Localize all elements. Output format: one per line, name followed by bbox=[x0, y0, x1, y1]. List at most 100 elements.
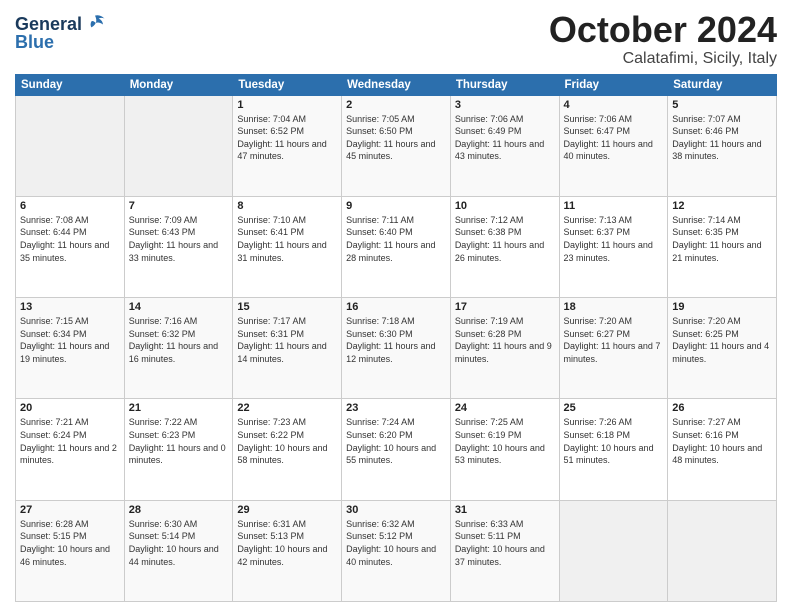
calendar-body: 1Sunrise: 7:04 AM Sunset: 6:52 PM Daylig… bbox=[16, 95, 777, 601]
day-info: Sunrise: 7:15 AM Sunset: 6:34 PM Dayligh… bbox=[20, 315, 120, 365]
calendar-cell: 1Sunrise: 7:04 AM Sunset: 6:52 PM Daylig… bbox=[233, 95, 342, 196]
day-info: Sunrise: 7:11 AM Sunset: 6:40 PM Dayligh… bbox=[346, 214, 446, 264]
calendar-header: Sunday Monday Tuesday Wednesday Thursday… bbox=[16, 74, 777, 95]
day-number: 31 bbox=[455, 504, 555, 516]
logo-text: General Blue bbox=[15, 14, 106, 53]
col-sunday: Sunday bbox=[16, 74, 125, 95]
calendar-cell: 27 Sunrise: 6:28 AM Sunset: 5:15 PM Dayli… bbox=[16, 500, 125, 601]
calendar-cell: 24Sunrise: 7:25 AM Sunset: 6:19 PM Dayli… bbox=[450, 399, 559, 500]
day-info: Sunrise: 7:07 AM Sunset: 6:46 PM Dayligh… bbox=[672, 113, 772, 163]
day-number: 22 bbox=[237, 402, 337, 414]
calendar-cell: 3Sunrise: 7:06 AM Sunset: 6:49 PM Daylig… bbox=[450, 95, 559, 196]
calendar-cell: 5Sunrise: 7:07 AM Sunset: 6:46 PM Daylig… bbox=[668, 95, 777, 196]
calendar-cell: 22 Sunrise: 7:23 AM Sunset: 6:22 PM Dayli… bbox=[233, 399, 342, 500]
calendar-page: General Blue October 2024 Calatafimi, Si… bbox=[0, 0, 792, 612]
day-number: 30 bbox=[346, 504, 446, 516]
day-number: 13 bbox=[20, 301, 120, 313]
month-title: October 2024 bbox=[549, 10, 777, 50]
day-number: 8 bbox=[237, 200, 337, 212]
calendar-cell bbox=[668, 500, 777, 601]
calendar-cell: 25 Sunrise: 7:26 AM Sunset: 6:18 PM Dayli… bbox=[559, 399, 668, 500]
calendar-cell: 4 Sunrise: 7:06 AM Sunset: 6:47 PM Daylig… bbox=[559, 95, 668, 196]
col-friday: Friday bbox=[559, 74, 668, 95]
day-number: 20 bbox=[20, 402, 120, 414]
calendar-cell: 20 Sunrise: 7:21 AM Sunset: 6:24 PM Dayli… bbox=[16, 399, 125, 500]
day-info: Sunrise: 7:08 AM Sunset: 6:44 PM Dayligh… bbox=[20, 214, 120, 264]
day-number: 9 bbox=[346, 200, 446, 212]
col-saturday: Saturday bbox=[668, 74, 777, 95]
day-info: Sunrise: 7:06 AM Sunset: 6:47 PM Dayligh… bbox=[564, 113, 664, 163]
calendar-cell: 31 Sunrise: 6:33 AM Sunset: 5:11 PM Dayli… bbox=[450, 500, 559, 601]
day-info: Sunrise: 6:32 AM Sunset: 5:12 PM Dayligh… bbox=[346, 518, 446, 568]
calendar-cell: 23Sunrise: 7:24 AM Sunset: 6:20 PM Dayli… bbox=[342, 399, 451, 500]
day-number: 2 bbox=[346, 99, 446, 111]
day-number: 7 bbox=[129, 200, 229, 212]
day-number: 4 bbox=[564, 99, 664, 111]
day-info: Sunrise: 6:30 AM Sunset: 5:14 PM Dayligh… bbox=[129, 518, 229, 568]
calendar-cell: 28 Sunrise: 6:30 AM Sunset: 5:14 PM Dayli… bbox=[124, 500, 233, 601]
calendar-cell: 9 Sunrise: 7:11 AM Sunset: 6:40 PM Daylig… bbox=[342, 196, 451, 297]
day-info: Sunrise: 7:22 AM Sunset: 6:23 PM Dayligh… bbox=[129, 416, 229, 466]
day-number: 21 bbox=[129, 402, 229, 414]
day-info: Sunrise: 7:17 AM Sunset: 6:31 PM Dayligh… bbox=[237, 315, 337, 365]
day-info: Sunrise: 7:24 AM Sunset: 6:20 PM Dayligh… bbox=[346, 416, 446, 466]
day-info: Sunrise: 7:13 AM Sunset: 6:37 PM Dayligh… bbox=[564, 214, 664, 264]
calendar-cell bbox=[559, 500, 668, 601]
day-info: Sunrise: 7:10 AM Sunset: 6:41 PM Dayligh… bbox=[237, 214, 337, 264]
col-monday: Monday bbox=[124, 74, 233, 95]
day-number: 10 bbox=[455, 200, 555, 212]
day-info: Sunrise: 7:20 AM Sunset: 6:27 PM Dayligh… bbox=[564, 315, 664, 365]
header: General Blue October 2024 Calatafimi, Si… bbox=[15, 10, 777, 68]
day-info: Sunrise: 6:31 AM Sunset: 5:13 PM Dayligh… bbox=[237, 518, 337, 568]
day-info: Sunrise: 6:28 AM Sunset: 5:15 PM Dayligh… bbox=[20, 518, 120, 568]
header-row: Sunday Monday Tuesday Wednesday Thursday… bbox=[16, 74, 777, 95]
calendar-week-3: 13 Sunrise: 7:15 AM Sunset: 6:34 PM Dayli… bbox=[16, 298, 777, 399]
calendar-cell: 7Sunrise: 7:09 AM Sunset: 6:43 PM Daylig… bbox=[124, 196, 233, 297]
day-number: 28 bbox=[129, 504, 229, 516]
day-info: Sunrise: 7:19 AM Sunset: 6:28 PM Dayligh… bbox=[455, 315, 555, 365]
day-number: 14 bbox=[129, 301, 229, 313]
day-info: Sunrise: 7:23 AM Sunset: 6:22 PM Dayligh… bbox=[237, 416, 337, 466]
day-info: Sunrise: 7:18 AM Sunset: 6:30 PM Dayligh… bbox=[346, 315, 446, 365]
day-number: 29 bbox=[237, 504, 337, 516]
col-thursday: Thursday bbox=[450, 74, 559, 95]
calendar-week-5: 27 Sunrise: 6:28 AM Sunset: 5:15 PM Dayli… bbox=[16, 500, 777, 601]
day-number: 16 bbox=[346, 301, 446, 313]
calendar-week-1: 1Sunrise: 7:04 AM Sunset: 6:52 PM Daylig… bbox=[16, 95, 777, 196]
day-number: 19 bbox=[672, 301, 772, 313]
day-number: 15 bbox=[237, 301, 337, 313]
day-number: 11 bbox=[564, 200, 664, 212]
calendar-cell: 6 Sunrise: 7:08 AM Sunset: 6:44 PM Daylig… bbox=[16, 196, 125, 297]
logo-bird-icon bbox=[84, 13, 106, 33]
calendar-cell: 19 Sunrise: 7:20 AM Sunset: 6:25 PM Dayli… bbox=[668, 298, 777, 399]
day-number: 17 bbox=[455, 301, 555, 313]
calendar-cell bbox=[124, 95, 233, 196]
day-number: 27 bbox=[20, 504, 120, 516]
calendar-cell: 21 Sunrise: 7:22 AM Sunset: 6:23 PM Dayli… bbox=[124, 399, 233, 500]
calendar-cell: 16 Sunrise: 7:18 AM Sunset: 6:30 PM Dayli… bbox=[342, 298, 451, 399]
day-number: 6 bbox=[20, 200, 120, 212]
day-info: Sunrise: 7:16 AM Sunset: 6:32 PM Dayligh… bbox=[129, 315, 229, 365]
calendar-cell: 10 Sunrise: 7:12 AM Sunset: 6:38 PM Dayli… bbox=[450, 196, 559, 297]
day-number: 26 bbox=[672, 402, 772, 414]
calendar-week-4: 20 Sunrise: 7:21 AM Sunset: 6:24 PM Dayli… bbox=[16, 399, 777, 500]
calendar-cell: 11 Sunrise: 7:13 AM Sunset: 6:37 PM Dayli… bbox=[559, 196, 668, 297]
day-info: Sunrise: 7:21 AM Sunset: 6:24 PM Dayligh… bbox=[20, 416, 120, 466]
calendar-cell: 18Sunrise: 7:20 AM Sunset: 6:27 PM Dayli… bbox=[559, 298, 668, 399]
day-info: Sunrise: 6:33 AM Sunset: 5:11 PM Dayligh… bbox=[455, 518, 555, 568]
calendar-cell: 14 Sunrise: 7:16 AM Sunset: 6:32 PM Dayli… bbox=[124, 298, 233, 399]
calendar-cell: 30 Sunrise: 6:32 AM Sunset: 5:12 PM Dayli… bbox=[342, 500, 451, 601]
logo: General Blue bbox=[15, 14, 106, 53]
day-info: Sunrise: 7:20 AM Sunset: 6:25 PM Dayligh… bbox=[672, 315, 772, 365]
day-info: Sunrise: 7:12 AM Sunset: 6:38 PM Dayligh… bbox=[455, 214, 555, 264]
day-number: 25 bbox=[564, 402, 664, 414]
calendar-cell bbox=[16, 95, 125, 196]
day-number: 24 bbox=[455, 402, 555, 414]
day-info: Sunrise: 7:06 AM Sunset: 6:49 PM Dayligh… bbox=[455, 113, 555, 163]
calendar-cell: 26Sunrise: 7:27 AM Sunset: 6:16 PM Dayli… bbox=[668, 399, 777, 500]
day-info: Sunrise: 7:14 AM Sunset: 6:35 PM Dayligh… bbox=[672, 214, 772, 264]
calendar-cell: 2Sunrise: 7:05 AM Sunset: 6:50 PM Daylig… bbox=[342, 95, 451, 196]
day-number: 1 bbox=[237, 99, 337, 111]
title-block: October 2024 Calatafimi, Sicily, Italy bbox=[549, 10, 777, 68]
day-info: Sunrise: 7:26 AM Sunset: 6:18 PM Dayligh… bbox=[564, 416, 664, 466]
